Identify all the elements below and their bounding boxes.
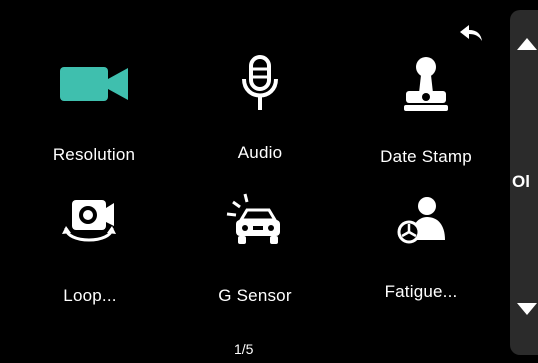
side-label: Ol — [512, 172, 530, 191]
microphone-icon — [242, 55, 278, 110]
menu-item-fatigue[interactable]: Fatigue... — [351, 196, 491, 316]
menu-item-date-stamp[interactable]: Date Stamp — [356, 55, 496, 175]
menu-item-audio[interactable]: Audio — [190, 55, 330, 175]
loop-record-icon — [62, 200, 116, 242]
video-camera-icon — [60, 67, 128, 101]
menu-item-label: Fatigue... — [384, 282, 458, 301]
menu-item-label: G Sensor — [218, 286, 292, 305]
menu-item-resolution[interactable]: Resolution — [24, 55, 164, 175]
scroll-down-icon[interactable] — [517, 303, 537, 315]
back-arrow-icon[interactable] — [455, 22, 485, 44]
driver-fatigue-icon — [397, 197, 445, 244]
menu-item-label: Loop... — [63, 286, 117, 305]
menu-item-loop[interactable]: Loop... — [20, 198, 160, 318]
menu-screen: Resolution Audio Date Stamp Loop... G Se… — [0, 0, 538, 363]
stamp-icon — [404, 57, 448, 111]
menu-item-label: Resolution — [52, 145, 136, 164]
car-impact-icon — [226, 193, 280, 244]
menu-item-label: Audio — [237, 143, 283, 162]
menu-item-label: Date Stamp — [380, 147, 472, 166]
menu-item-g-sensor[interactable]: G Sensor — [185, 192, 325, 312]
page-indicator: 1/5 — [234, 341, 254, 357]
scroll-up-icon[interactable] — [517, 38, 537, 50]
